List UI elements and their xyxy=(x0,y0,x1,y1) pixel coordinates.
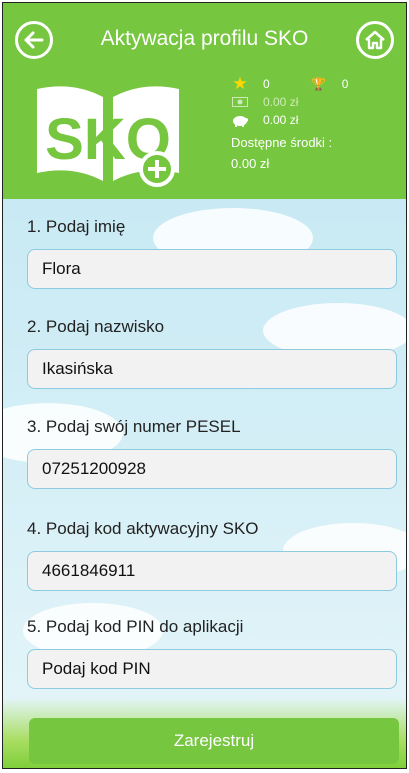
pesel-input[interactable] xyxy=(27,449,397,489)
trophy-icon: 🏆 xyxy=(311,77,327,91)
header: Aktywacja profilu SKO SKO ★ 0 🏆 0 0.00 z… xyxy=(3,3,406,199)
account-stats: ★ 0 🏆 0 0.00 zł 0.00 zł Dostępne środki … xyxy=(231,75,401,171)
trophies-count: 0 xyxy=(341,77,349,91)
savings-amount: 0.00 zł xyxy=(263,95,299,109)
sko-logo: SKO xyxy=(33,81,183,187)
home-icon xyxy=(365,30,385,50)
first-name-input[interactable] xyxy=(27,249,397,289)
last-name-input[interactable] xyxy=(27,349,397,389)
stat-row-savings: 0.00 zł xyxy=(231,93,401,111)
stat-row-points: ★ 0 🏆 0 xyxy=(231,75,401,93)
pin-label: 5. Podaj kod PIN do aplikacji xyxy=(27,617,244,636)
page-title: Aktywacja profilu SKO xyxy=(100,27,309,50)
activation-code-label: 4. Podaj kod aktywacyjny SKO xyxy=(27,519,259,538)
available-funds-value: 0.00 zł xyxy=(231,156,270,171)
pin-input[interactable] xyxy=(27,649,397,689)
back-button[interactable] xyxy=(15,21,53,59)
app-screen: Aktywacja profilu SKO SKO ★ 0 🏆 0 0.00 z… xyxy=(2,2,407,769)
available-funds-label: Dostępne środki : xyxy=(231,135,333,150)
activation-code-input[interactable] xyxy=(27,551,397,591)
register-button[interactable]: Zarejestruj xyxy=(29,718,399,764)
home-button[interactable] xyxy=(356,21,394,59)
title-bar: Aktywacja profilu SKO xyxy=(3,21,406,65)
stat-row-piggy: 0.00 zł xyxy=(231,111,401,129)
arrow-left-icon xyxy=(24,31,44,49)
first-name-label: 1. Podaj imię xyxy=(27,217,126,236)
pesel-label: 3. Podaj swój numer PESEL xyxy=(27,417,241,436)
last-name-label: 2. Podaj nazwisko xyxy=(27,317,165,336)
piggy-amount: 0.00 zł xyxy=(263,113,299,127)
star-icon: ★ xyxy=(232,74,248,93)
money-icon xyxy=(231,95,249,109)
stars-count: 0 xyxy=(263,77,270,91)
piggy-bank-icon xyxy=(231,113,249,127)
